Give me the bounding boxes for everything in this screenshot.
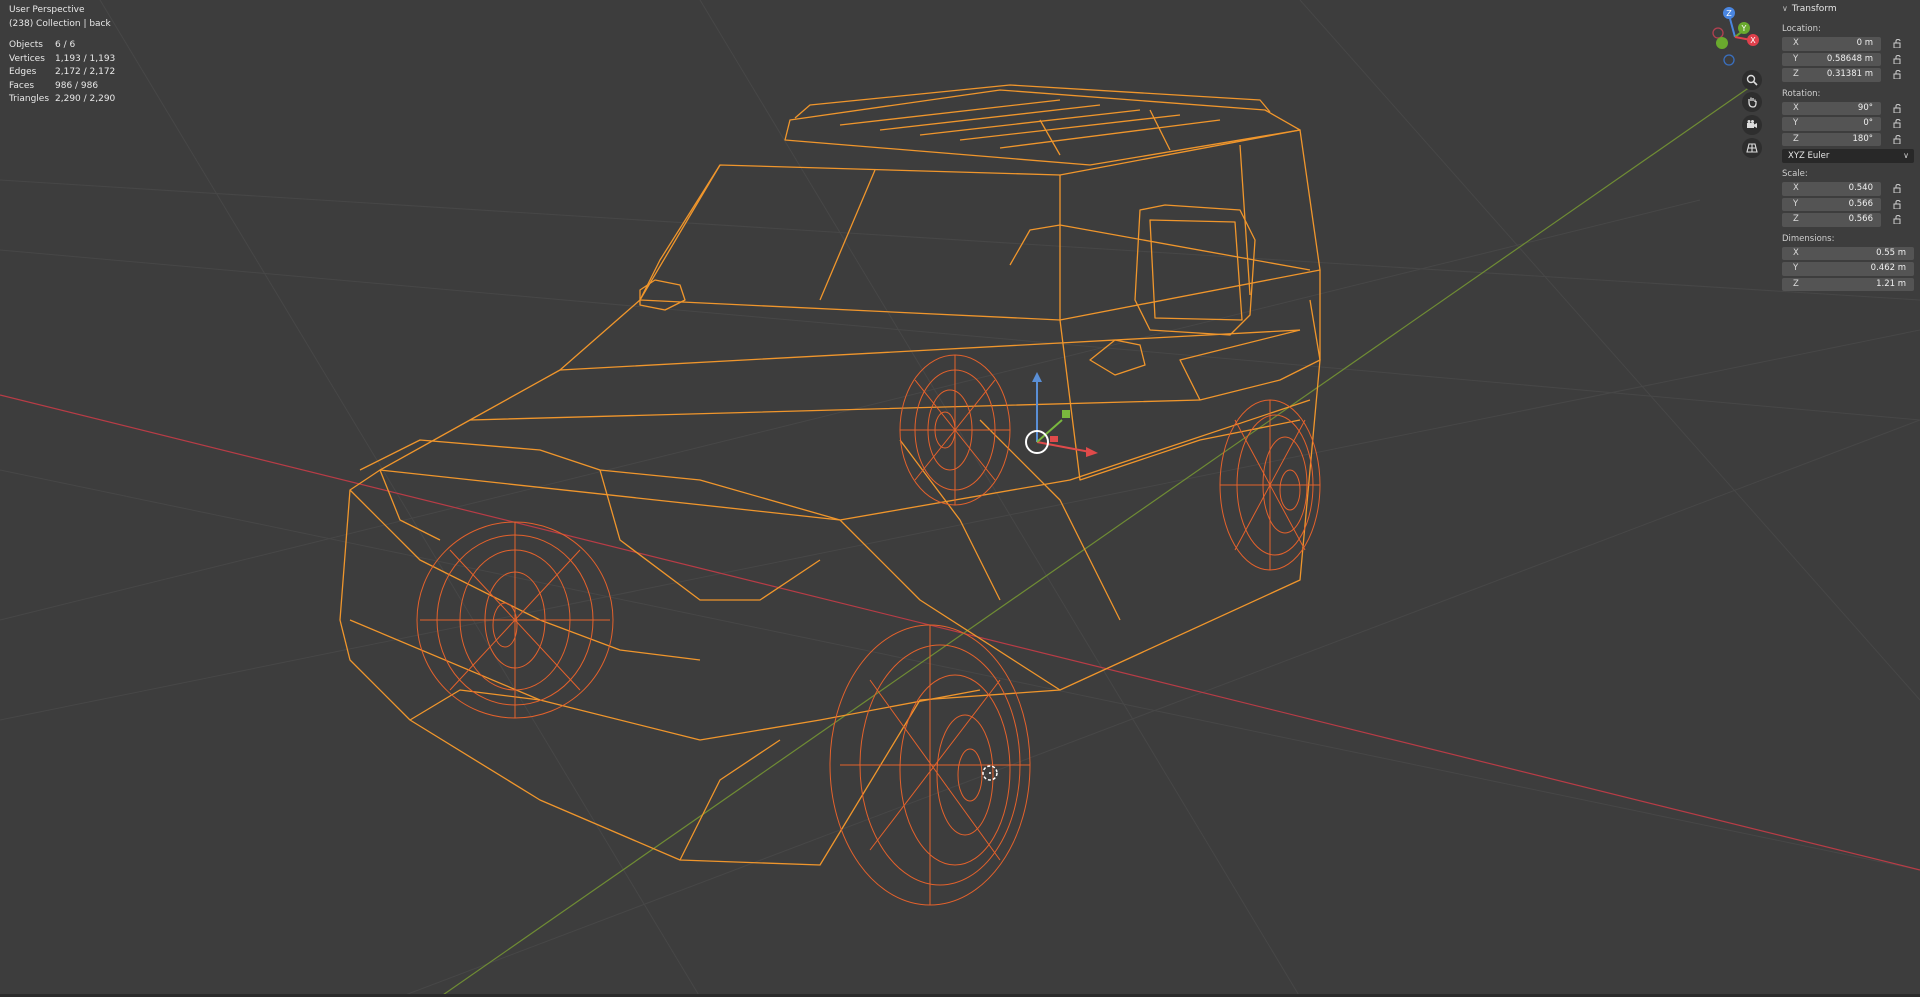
scale-y-field[interactable]: Y 0.566 <box>1782 197 1881 211</box>
rotation-z-field[interactable]: Z 180° <box>1782 132 1881 146</box>
transform-gizmo[interactable] <box>1025 372 1098 457</box>
location-z-row: Z 0.31381 m <box>1776 67 1920 83</box>
scale-y-row: Y 0.566 <box>1776 197 1920 213</box>
lock-icon[interactable] <box>1893 215 1903 224</box>
3d-viewport[interactable] <box>0 0 1920 997</box>
lock-icon[interactable] <box>1893 70 1903 79</box>
dimensions-label: Dimensions: <box>1782 233 1835 244</box>
scale-label: Scale: <box>1782 169 1808 179</box>
hand-pan-icon[interactable] <box>1742 92 1762 112</box>
scale-x-row: X 0.540 <box>1776 181 1920 197</box>
location-x-row: X0 m <box>1776 36 1920 52</box>
rotation-x-field[interactable]: X 90° <box>1782 101 1881 115</box>
scale-x-field[interactable]: X 0.540 <box>1782 182 1881 196</box>
view-name: User Perspective <box>9 5 85 15</box>
chevron-down-icon: ∨ <box>1782 4 1788 13</box>
lock-icon[interactable] <box>1893 199 1903 209</box>
location-label: Location: <box>1782 24 1821 34</box>
transform-panel-header[interactable]: ∨ Transform <box>1776 0 1920 18</box>
rotation-y-row: Y 0° <box>1776 116 1920 132</box>
lock-icon[interactable] <box>1893 119 1903 128</box>
stat-row: Objects 6 / 6 <box>9 40 76 50</box>
collection-line: (238) Collection | back <box>9 18 111 29</box>
location-y-field[interactable]: Y 0.58648 m <box>1782 52 1881 66</box>
stat-row: Triangles 2,290 / 2,290 <box>9 94 116 104</box>
dimensions-z-row: Z 1.21 m <box>1776 277 1920 293</box>
stat-row: Faces 986 / 986 <box>9 80 99 91</box>
chevron-down-icon: ∨ <box>1903 151 1909 160</box>
transform-panel: ∨ Transform Location: X0 m Y 0.58648 m Z 0.… <box>1776 0 1920 300</box>
dimensions-x-row: X 0.55 m <box>1776 246 1920 262</box>
wheel-front-left[interactable] <box>416 521 614 719</box>
vehicle-wireframe[interactable] <box>339 84 1321 866</box>
location-x-field[interactable]: X0 m <box>1782 37 1881 51</box>
scale-z-row: Z 0.566 <box>1776 212 1920 228</box>
dimensions-y-field[interactable]: Y 0.462 m <box>1782 262 1914 276</box>
stat-row: Edges 2,172 / 2,172 <box>9 67 116 77</box>
lock-icon[interactable] <box>1893 39 1903 48</box>
scene-stats: Objects 6 / 6 Vertices 1,193 / 1,193 Edges… <box>9 39 115 107</box>
stat-row: Vertices 1,193 / 1,193 <box>9 53 116 64</box>
rotation-x-row: X 90° <box>1776 101 1920 117</box>
camera-icon[interactable] <box>1742 115 1762 135</box>
navigation-gizmo[interactable]: Z Y X <box>1700 4 1770 70</box>
rotation-mode-dropdown[interactable]: XYZ Euler ∨ <box>1782 149 1914 163</box>
dimensions-y-row: Y 0.462 m <box>1776 261 1920 277</box>
viewport-info-overlay: User Perspective (238) Collection | back… <box>9 4 115 107</box>
scale-z-field[interactable]: Z 0.566 <box>1782 213 1881 227</box>
location-z-field[interactable]: Z 0.31381 m <box>1782 68 1881 82</box>
wheel-front-right[interactable] <box>829 624 1031 906</box>
svg-text:X: X <box>1750 36 1756 45</box>
lock-icon[interactable] <box>1893 134 1903 144</box>
svg-text:Y: Y <box>1741 24 1747 33</box>
svg-text:Z: Z <box>1726 9 1732 18</box>
grid-perspective-icon[interactable] <box>1742 138 1762 158</box>
y-axis-line <box>439 79 1761 997</box>
rotation-y-field[interactable]: Y 0° <box>1782 117 1881 131</box>
zoom-icon[interactable] <box>1742 70 1762 90</box>
3d-cursor[interactable] <box>982 765 998 781</box>
lock-icon[interactable] <box>1893 103 1903 113</box>
rotation-label: Rotation: <box>1782 88 1821 99</box>
dimensions-z-field[interactable]: Z 1.21 m <box>1782 277 1914 291</box>
rotation-z-row: Z 180° <box>1776 132 1920 148</box>
wheel-rear-left[interactable] <box>899 354 1011 506</box>
lock-icon[interactable] <box>1893 54 1903 64</box>
lock-icon[interactable] <box>1893 184 1903 193</box>
dimensions-x-field[interactable]: X 0.55 m <box>1782 246 1914 260</box>
location-y-row: Y 0.58648 m <box>1776 52 1920 68</box>
